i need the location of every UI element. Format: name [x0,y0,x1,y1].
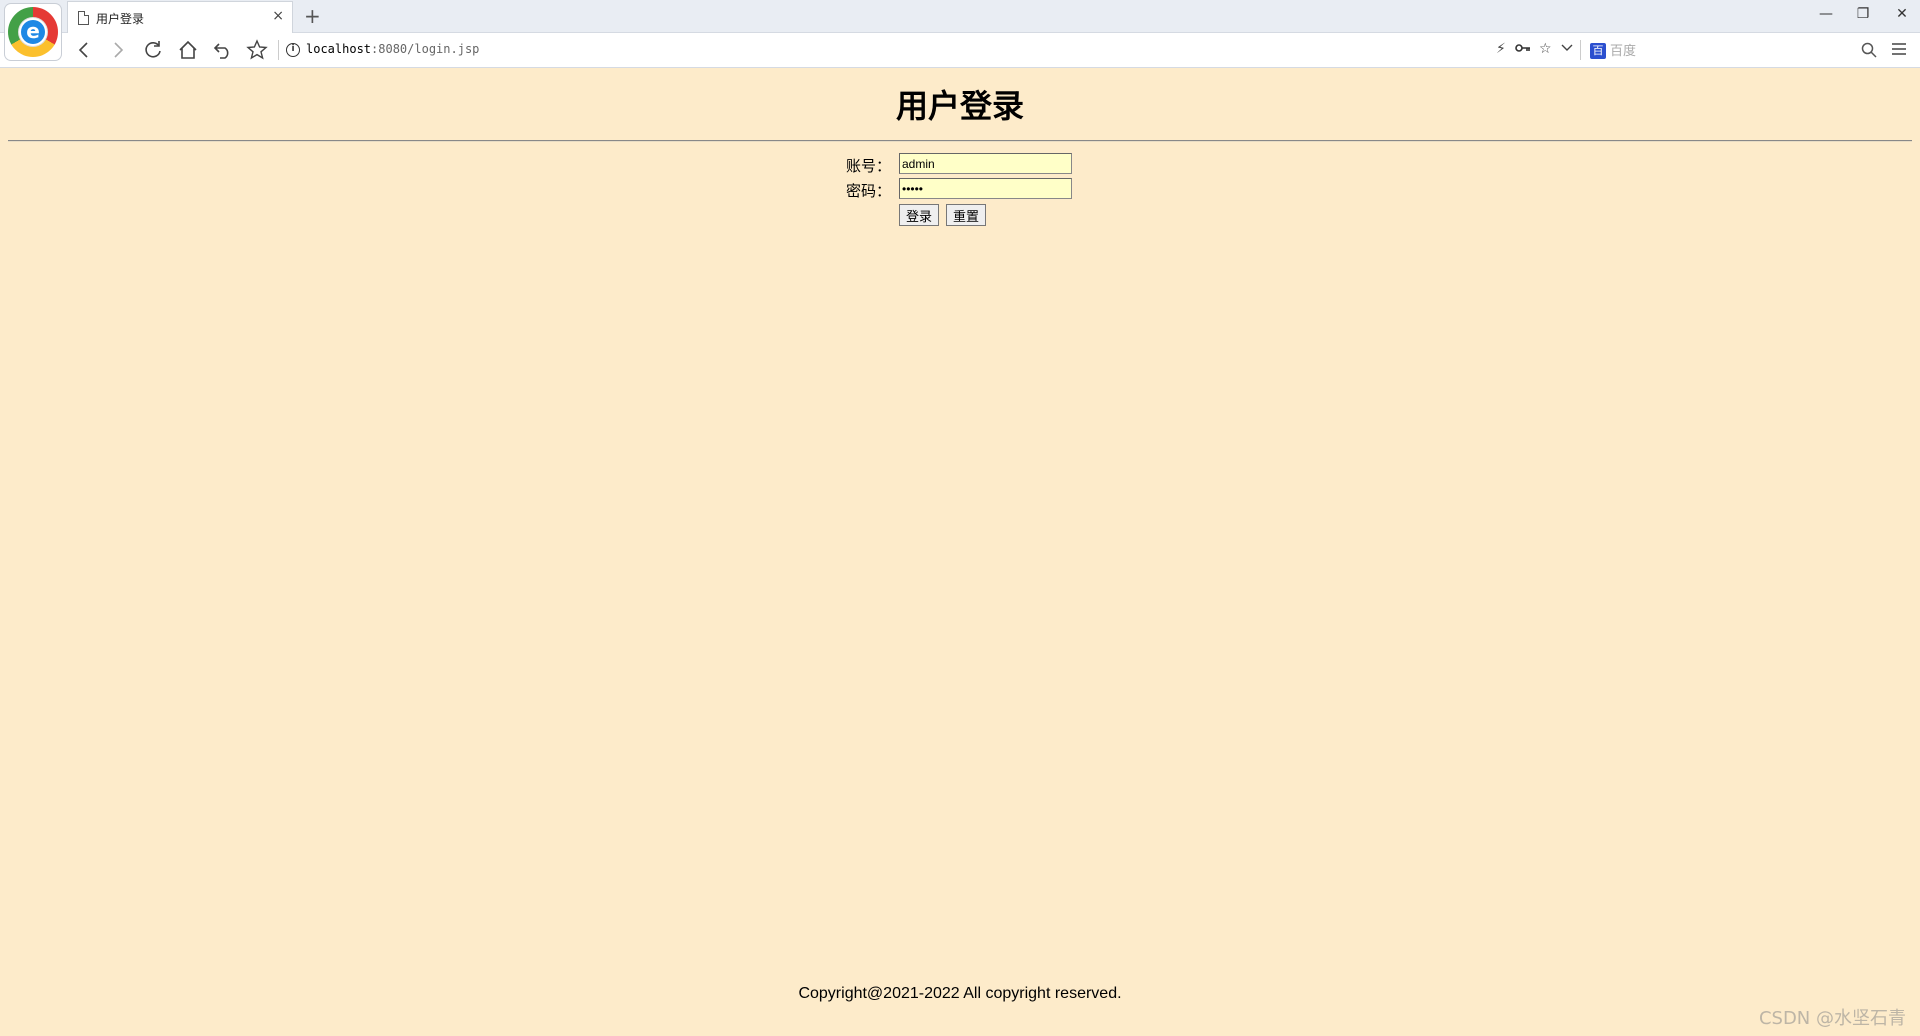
undo-icon[interactable] [211,38,235,62]
restore-button[interactable]: ❐ [1853,6,1873,22]
account-input[interactable] [899,153,1072,174]
browser-logo-icon[interactable]: e [5,4,61,60]
info-icon[interactable]: i [286,43,300,57]
button-row: 登录 重置 [0,204,1920,226]
watermark: CSDN @水坚石青 [1758,1008,1906,1029]
forward-icon[interactable] [106,38,130,62]
url-path: :8080/login.jsp [371,42,480,56]
footer-copyright: Copyright@2021-2022 All copyright reserv… [798,985,1122,1002]
bookmark-star-icon[interactable]: ☆ [1539,41,1552,57]
tab-close-icon[interactable]: × [272,8,284,24]
search-input[interactable] [1610,40,1850,62]
address-separator [278,40,279,60]
password-input[interactable] [899,178,1072,199]
page-content: 用户登录 账号： 密码： 登录 重置 Copyright@2021-2022 A… [0,69,1920,1036]
back-icon[interactable] [72,38,96,62]
new-tab-button[interactable]: + [304,4,321,28]
search-icon[interactable] [1860,41,1878,63]
page-title: 用户登录 [895,87,1024,125]
lightning-icon[interactable]: ⚡ [1496,41,1506,57]
home-icon[interactable] [176,38,200,62]
reset-button[interactable]: 重置 [946,204,987,226]
horizontal-rule [8,140,1912,142]
browser-titlebar: e 用户登录 × + — ❐ ✕ [0,0,1920,60]
minimize-button[interactable]: — [1816,6,1836,22]
close-window-button[interactable]: ✕ [1892,6,1912,22]
account-label: 账号： [846,157,892,175]
url-host: localhost [306,42,372,56]
password-row: 密码： [0,178,1920,200]
browser-tab[interactable]: 用户登录 × [67,1,293,34]
search-separator [1580,40,1581,60]
browser-toolbar: i localhost:8080/login.jsp ⚡ ☆ 百 [0,33,1920,68]
password-label: 密码： [846,182,892,200]
key-icon[interactable] [1515,41,1531,59]
login-button[interactable]: 登录 [899,204,940,226]
dropdown-icon[interactable] [1561,41,1573,57]
star-icon[interactable] [245,38,269,62]
menu-icon[interactable] [1890,40,1908,62]
account-row: 账号： [0,153,1920,175]
baidu-icon[interactable]: 百 [1590,43,1606,59]
reload-icon[interactable] [141,38,165,62]
page-icon [78,11,89,25]
address-bar[interactable]: localhost:8080/login.jsp [306,42,479,56]
tab-title: 用户登录 [96,12,145,26]
